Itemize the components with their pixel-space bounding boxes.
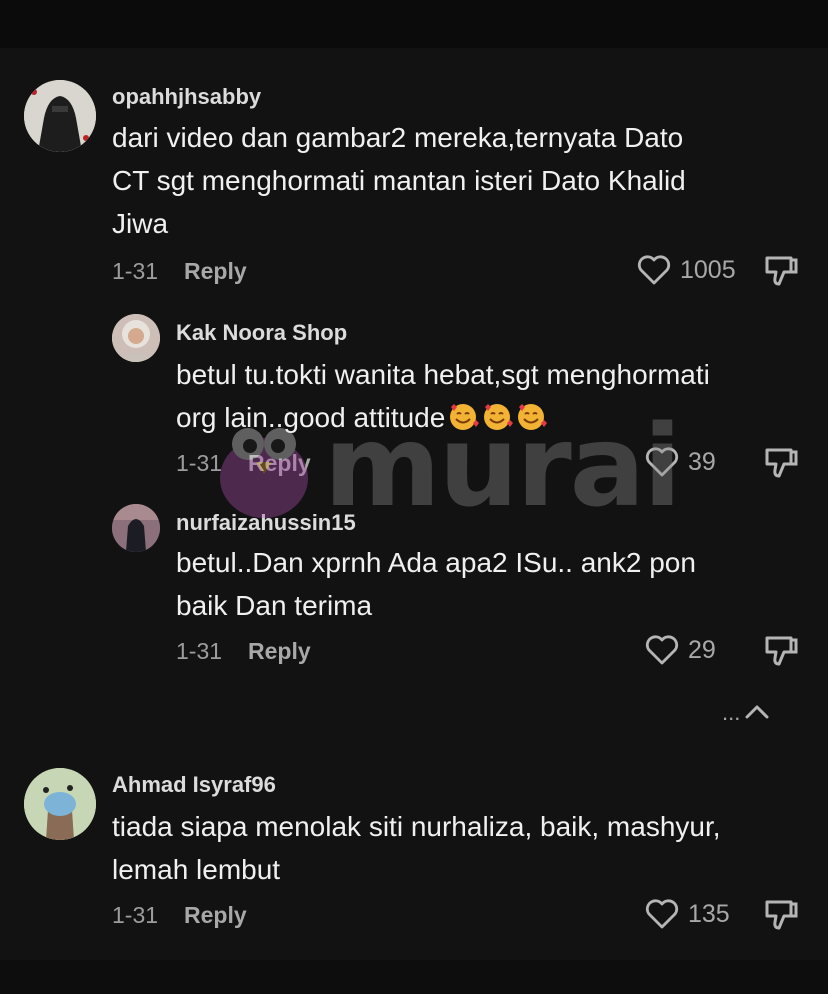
reply-button[interactable]: Reply (248, 450, 311, 477)
reply-button[interactable]: Reply (184, 258, 247, 285)
like-count: 1005 (680, 256, 736, 284)
like-count: 29 (688, 636, 716, 664)
collapse-replies-button[interactable]: ... (722, 700, 772, 726)
bottom-bar (0, 960, 828, 994)
smiling-face-with-hearts-icon (484, 404, 514, 430)
comment-date: 1-31 (112, 902, 159, 928)
comment-username[interactable]: Ahmad Isyraf96 (112, 772, 276, 798)
comment-date: 1-31 (176, 638, 223, 664)
comment-text: dari video dan gambar2 mereka,ternyata D… (112, 122, 686, 239)
comment-username[interactable]: nurfaizahussin15 (176, 510, 356, 536)
dislike-icon[interactable] (763, 632, 799, 668)
top-bar (0, 0, 828, 48)
comment-text: betul tu.tokti wanita hebat,sgt menghorm… (176, 359, 710, 433)
avatar[interactable] (24, 768, 96, 840)
dislike-icon[interactable] (763, 444, 799, 480)
dislike-icon[interactable] (763, 896, 799, 932)
reply-button[interactable]: Reply (184, 902, 247, 929)
avatar[interactable] (112, 314, 160, 362)
comment-text: betul..Dan xprnh Ada apa2 ISu.. ank2 pon… (176, 547, 696, 621)
reply-button[interactable]: Reply (248, 638, 311, 665)
comment-username[interactable]: opahhjhsabby (112, 84, 261, 110)
avatar[interactable] (24, 80, 96, 152)
heart-icon[interactable] (645, 899, 679, 929)
comment-date: 1-31 (112, 258, 159, 284)
smiling-face-with-hearts-icon (450, 404, 480, 430)
comment-text: tiada siapa menolak siti nurhaliza, baik… (112, 811, 721, 885)
like-count: 39 (688, 448, 716, 476)
like-count: 135 (688, 900, 730, 928)
smiling-face-with-hearts-icon (518, 404, 548, 430)
avatar[interactable] (112, 504, 160, 552)
heart-icon[interactable] (645, 447, 679, 477)
chevron-up-icon (745, 705, 769, 719)
comment-username[interactable]: Kak Noora Shop (176, 320, 347, 346)
heart-icon[interactable] (645, 635, 679, 665)
heart-icon[interactable] (637, 255, 671, 285)
dislike-icon[interactable] (763, 252, 799, 288)
comment-date: 1-31 (176, 450, 223, 476)
